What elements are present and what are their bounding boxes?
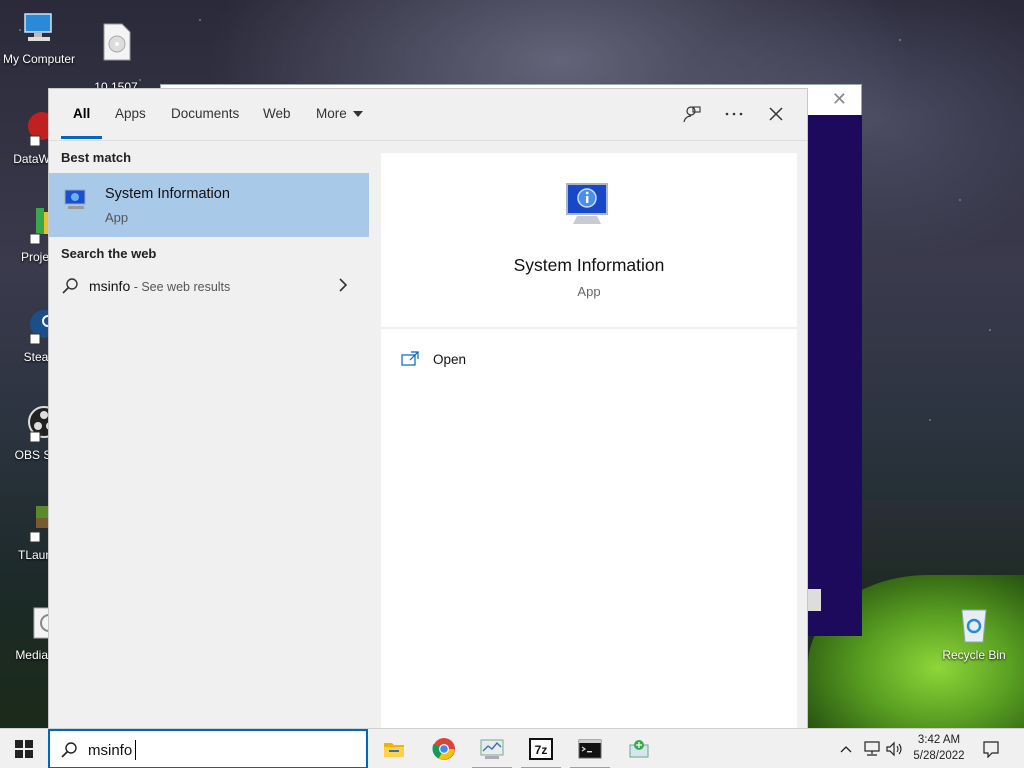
- tab-more[interactable]: More: [316, 106, 363, 121]
- open-action[interactable]: Open: [401, 348, 466, 370]
- tab-web[interactable]: Web: [263, 106, 291, 121]
- open-action-label: Open: [433, 351, 467, 367]
- tab-all[interactable]: All: [73, 106, 90, 121]
- more-options-icon: [725, 112, 743, 116]
- search-the-web-heading: Search the web: [61, 246, 157, 261]
- resource-monitor-icon: [480, 739, 504, 759]
- search-tabs: All Apps Documents Web More: [49, 89, 807, 141]
- network-tray-button[interactable]: [862, 729, 882, 768]
- clock-date: 5/28/2022: [913, 750, 965, 762]
- result-detail-pane: System Information App Open: [381, 153, 797, 730]
- best-match-heading: Best match: [61, 150, 132, 165]
- desktop-icon-label: Recycle Bin: [942, 648, 1006, 662]
- taskbar-clock[interactable]: 3:42 AM 5/28/2022: [906, 732, 972, 764]
- network-icon: [864, 741, 880, 756]
- recycle-bin-icon: [961, 609, 987, 643]
- feedback-icon: [683, 106, 701, 123]
- taskbar-resource-monitor[interactable]: [468, 729, 516, 768]
- search-icon: [61, 742, 77, 758]
- taskbar-file-explorer[interactable]: [370, 729, 418, 768]
- background-window-close-icon[interactable]: ✕: [832, 89, 847, 110]
- show-hidden-icons-button[interactable]: [838, 729, 854, 768]
- search-icon: [62, 278, 78, 294]
- close-icon: [769, 107, 783, 121]
- tab-more-label: More: [316, 106, 347, 121]
- detail-title: System Information: [513, 255, 665, 275]
- volume-icon: [886, 741, 902, 757]
- svg-text:7z: 7z: [535, 743, 548, 757]
- web-result-suffix: - See web results: [130, 280, 231, 294]
- chevron-up-icon: [840, 746, 852, 753]
- text-caret: [135, 740, 136, 760]
- notifications-icon: [983, 741, 999, 758]
- system-information-large-icon: [566, 183, 608, 224]
- system-information-icon: [64, 189, 86, 209]
- best-match-result[interactable]: System Information App: [49, 173, 369, 237]
- search-input[interactable]: [88, 740, 358, 760]
- disc-file-icon: [103, 23, 131, 61]
- best-match-title: System Information: [105, 186, 230, 202]
- close-button[interactable]: [761, 101, 791, 127]
- action-center-button[interactable]: [978, 729, 1004, 768]
- clock-time: 3:42 AM: [917, 734, 961, 746]
- web-result[interactable]: msinfo - See web results: [49, 271, 369, 303]
- best-match-subtitle: App: [105, 210, 129, 225]
- caret-down-icon: [352, 111, 363, 118]
- windows-logo-icon: [15, 740, 33, 758]
- taskbar-7zip[interactable]: 7z: [517, 729, 565, 768]
- active-tab-indicator: [61, 136, 102, 139]
- taskbar-chrome[interactable]: [420, 729, 468, 768]
- 7zip-icon: 7z: [529, 738, 553, 760]
- tab-documents[interactable]: Documents: [171, 106, 239, 121]
- search-panel: All Apps Documents Web More Best match S…: [48, 88, 808, 730]
- desktop-icon-my-computer[interactable]: My Computer: [0, 8, 79, 66]
- network-app-icon: [629, 740, 649, 758]
- detail-header: System Information App: [381, 153, 797, 329]
- feedback-button[interactable]: [677, 101, 707, 127]
- more-options-button[interactable]: [719, 101, 749, 127]
- chevron-right-icon[interactable]: [337, 276, 349, 294]
- file-explorer-icon: [384, 743, 404, 757]
- taskbar-network-app[interactable]: [615, 729, 663, 768]
- background-window-scrollbar[interactable]: [807, 589, 821, 611]
- background-window-content: [807, 115, 862, 636]
- desktop-icon-recycle-bin[interactable]: Recycle Bin: [934, 604, 1014, 662]
- taskbar-command-prompt[interactable]: [566, 729, 614, 768]
- taskbar-search-box[interactable]: [48, 729, 368, 768]
- computer-icon: [24, 13, 52, 41]
- start-button[interactable]: [0, 729, 48, 768]
- open-icon: [401, 351, 419, 366]
- chrome-icon: [432, 738, 455, 760]
- cmd-icon: [578, 739, 602, 759]
- web-result-term: msinfo: [89, 278, 131, 294]
- detail-subtitle: App: [577, 284, 601, 299]
- taskbar: 7z 3:42 AM 5/28/: [0, 728, 1024, 768]
- tab-apps[interactable]: Apps: [115, 106, 146, 121]
- volume-tray-button[interactable]: [884, 729, 904, 768]
- desktop-icon-label: My Computer: [2, 52, 76, 66]
